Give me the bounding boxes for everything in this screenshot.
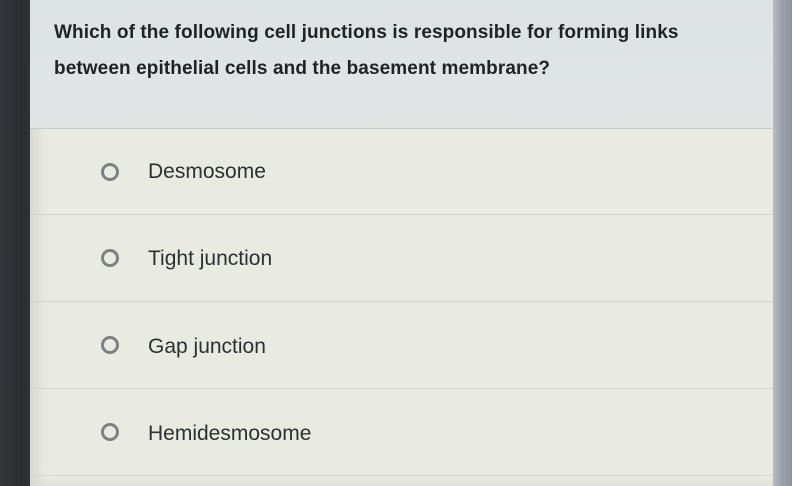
answer-option-gap-junction[interactable]: Gap junction — [30, 302, 773, 389]
answer-option-label: Tight junction — [148, 247, 273, 270]
answer-option-desmosome[interactable]: Desmosome — [30, 128, 773, 215]
screen: Which of the following cell junctions is… — [0, 0, 792, 486]
question-header: Which of the following cell junctions is… — [30, 0, 773, 129]
answer-option-label: Gap junction — [148, 335, 266, 358]
answer-option-label: Hemidesmosome — [148, 422, 312, 445]
radio-button-icon[interactable] — [101, 423, 119, 441]
radio-button-icon[interactable] — [101, 249, 119, 267]
window-edge — [773, 0, 792, 486]
radio-button-icon[interactable] — [101, 163, 119, 181]
answer-option-tight-junction[interactable]: Tight junction — [30, 215, 773, 302]
question-card: Which of the following cell junctions is… — [30, 0, 773, 486]
answer-option-hemidesmosome[interactable]: Hemidesmosome — [30, 389, 773, 476]
radio-button-icon[interactable] — [101, 336, 119, 354]
answer-option-label: Desmosome — [148, 160, 266, 183]
answer-options: Desmosome Tight junction Gap junction He… — [30, 128, 773, 476]
question-text: Which of the following cell junctions is… — [54, 22, 679, 79]
